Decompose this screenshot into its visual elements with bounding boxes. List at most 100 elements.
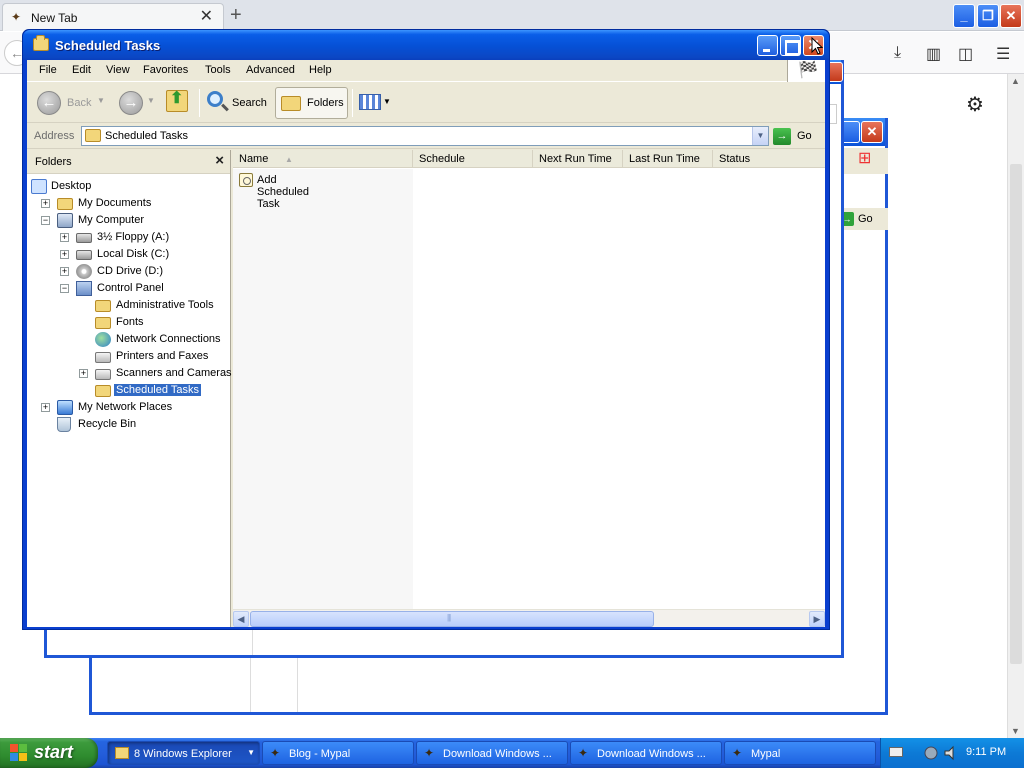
tree-item[interactable]: − My Computer — [27, 212, 230, 229]
start-button[interactable]: start — [0, 738, 98, 768]
volume-icon[interactable] — [943, 745, 959, 761]
folders-button[interactable]: Folders — [275, 87, 348, 119]
column-header-next-run-time[interactable]: Next Run Time — [533, 150, 623, 168]
minimize-button[interactable] — [757, 35, 778, 56]
column-header-status[interactable]: Status — [713, 150, 825, 168]
tree-item[interactable]: + My Network Places — [27, 399, 230, 416]
views-icon — [359, 94, 381, 110]
windows-flag-icon: 🏁 — [798, 62, 818, 79]
tree-item[interactable]: Recycle Bin — [27, 416, 230, 433]
scroll-right-icon[interactable]: ▶ — [809, 611, 825, 627]
background-go-button[interactable]: → Go — [840, 212, 873, 226]
menu-icon[interactable]: ☰ — [996, 44, 1010, 64]
menu-tools[interactable]: Tools — [203, 64, 233, 76]
menu-favorites[interactable]: Favorites — [141, 64, 190, 76]
tree-item[interactable]: + Scanners and Cameras — [27, 365, 232, 382]
menu-help[interactable]: Help — [307, 64, 334, 76]
clock[interactable]: 9:11 PM — [966, 746, 1006, 758]
menu-advanced[interactable]: Advanced — [244, 64, 297, 76]
taskbar-button-label: Blog - Mypal — [289, 748, 351, 760]
scroll-up-icon[interactable]: ▲ — [1011, 76, 1020, 86]
explorer-window: Scheduled Tasks ✕ File Edit View Favorit… — [22, 29, 830, 630]
menu-view[interactable]: View — [104, 64, 132, 76]
taskbar-button[interactable]: ✦ Download Windows ... — [570, 741, 722, 765]
tab-close-icon[interactable]: ✕ — [200, 8, 213, 26]
collapse-icon[interactable]: − — [41, 216, 50, 225]
close-icon[interactable]: × — [215, 152, 224, 169]
gear-icon[interactable]: ⚙ — [966, 92, 984, 117]
chevron-down-icon[interactable]: ▼ — [247, 748, 255, 757]
chevron-down-icon[interactable]: ▼ — [752, 127, 768, 145]
folders-pane-header: Folders × — [27, 150, 230, 174]
browser-minimize-button[interactable]: _ — [953, 4, 975, 28]
maximize-button[interactable] — [780, 35, 801, 56]
expand-icon[interactable]: + — [41, 199, 50, 208]
taskbar-button[interactable]: ✦ Mypal — [724, 741, 876, 765]
chevron-down-icon[interactable]: ▼ — [97, 96, 105, 105]
tree-item[interactable]: Network Connections — [27, 331, 230, 348]
tree-item[interactable]: + Local Disk (C:) — [27, 246, 230, 263]
expand-icon[interactable]: + — [41, 403, 50, 412]
window-titlebar[interactable]: Scheduled Tasks ✕ — [23, 30, 829, 60]
menu-file[interactable]: File — [37, 64, 59, 76]
sidebar-icon[interactable]: ◫ — [958, 44, 973, 64]
browser-scroll-thumb[interactable] — [1010, 164, 1022, 664]
tree-item[interactable]: Fonts — [27, 314, 230, 331]
tree-item-label: Network Connections — [116, 333, 221, 345]
scroll-down-icon[interactable]: ▼ — [1011, 726, 1020, 736]
collapse-icon[interactable]: − — [60, 284, 69, 293]
recycle-bin-icon — [57, 417, 71, 432]
menu-edit[interactable]: Edit — [70, 64, 93, 76]
horizontal-scrollbar[interactable]: ◀ ▶ — [233, 609, 825, 627]
keyboard-icon[interactable] — [889, 747, 903, 757]
new-tab-button[interactable]: + — [230, 4, 242, 26]
column-header-name[interactable]: Name ▲ — [233, 150, 413, 168]
column-header-schedule[interactable]: Schedule — [413, 150, 533, 168]
expand-icon[interactable]: + — [60, 267, 69, 276]
up-folder-button[interactable] — [163, 87, 193, 119]
taskbar-button[interactable]: ✦ Blog - Mypal — [262, 741, 414, 765]
tree-item[interactable]: Scheduled Tasks — [27, 382, 230, 399]
background-close-button[interactable]: ✕ — [861, 121, 883, 143]
library-icon[interactable]: ▥ — [926, 44, 941, 64]
address-value: Scheduled Tasks — [105, 130, 188, 142]
taskbar-button-label: Download Windows ... — [597, 748, 706, 760]
folders-label: Folders — [307, 97, 344, 109]
mypal-icon: ✦ — [270, 746, 281, 760]
taskbar-button[interactable]: 8 Windows Explorer ▼ — [107, 741, 260, 765]
browser-close-button[interactable]: ✕ — [1000, 4, 1022, 28]
column-label: Name — [239, 153, 269, 165]
browser-restore-button[interactable]: ❐ — [977, 4, 999, 28]
address-field[interactable]: Scheduled Tasks ▼ — [81, 126, 769, 146]
forward-button[interactable]: → ▼ — [117, 87, 155, 119]
expand-icon[interactable]: + — [60, 250, 69, 259]
back-button[interactable]: ← Back ▼ — [35, 87, 111, 119]
tree-item[interactable]: − Control Panel — [27, 280, 230, 297]
taskbar-button[interactable]: ✦ Download Windows ... — [416, 741, 568, 765]
tree-item[interactable]: Desktop — [27, 178, 230, 195]
tree-item[interactable]: +3½ Floppy (A:) — [27, 229, 230, 246]
scroll-left-icon[interactable]: ◀ — [233, 611, 249, 627]
tree-item[interactable]: Printers and Faxes — [27, 348, 230, 365]
search-button[interactable]: Search — [203, 87, 271, 119]
download-icon[interactable]: ⤓ — [894, 44, 901, 62]
go-button[interactable]: → Go — [773, 127, 821, 146]
browser-tab-title: New Tab — [31, 11, 78, 25]
views-button[interactable]: ▼ — [357, 87, 393, 119]
up-folder-icon — [166, 88, 188, 112]
tree-item[interactable]: + My Documents — [27, 195, 230, 212]
tree-item-label: My Computer — [78, 214, 145, 226]
browser-scrollbar[interactable]: ▲ ▼ — [1007, 74, 1024, 738]
scroll-thumb[interactable] — [250, 611, 654, 627]
chevron-down-icon[interactable]: ▼ — [147, 96, 155, 105]
tree-item[interactable]: Administrative Tools — [27, 297, 230, 314]
chevron-down-icon[interactable]: ▼ — [383, 97, 391, 106]
network-status-icon[interactable] — [923, 745, 939, 761]
tree-item-label: CD Drive (D:) — [97, 265, 163, 277]
browser-tab[interactable]: ✦ New Tab ✕ — [2, 3, 224, 31]
tree-item-label: Control Panel — [97, 282, 164, 294]
expand-icon[interactable]: + — [79, 369, 88, 378]
expand-icon[interactable]: + — [60, 233, 69, 242]
tree-item[interactable]: + CD Drive (D:) — [27, 263, 230, 280]
column-header-last-run-time[interactable]: Last Run Time — [623, 150, 713, 168]
